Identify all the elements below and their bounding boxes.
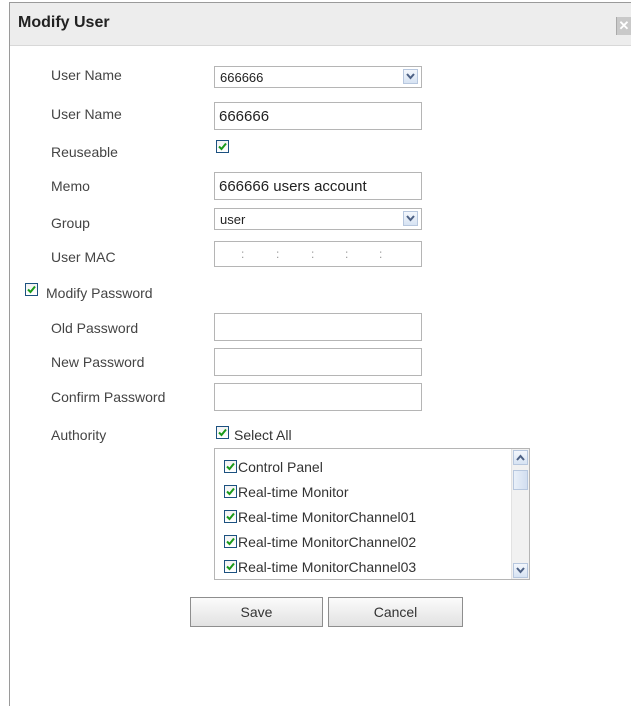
mac-separator: :	[345, 247, 349, 261]
list-item-checkbox[interactable]	[224, 560, 237, 573]
list-item[interactable]: Real-time Monitor	[224, 484, 348, 500]
chevron-down-icon[interactable]	[513, 563, 528, 578]
mac-separator: :	[241, 247, 245, 261]
vertical-scrollbar[interactable]	[511, 449, 529, 579]
confirm-password-input[interactable]	[214, 383, 422, 411]
user-mac-label: User MAC	[51, 249, 116, 265]
user-name-select-value: 666666	[220, 70, 264, 85]
list-item-label: Real-time Monitor	[238, 484, 349, 500]
old-password-label: Old Password	[51, 320, 139, 336]
list-item-checkbox[interactable]	[224, 485, 237, 498]
list-item-checkbox[interactable]	[224, 535, 237, 548]
select-all-label: Select All	[234, 427, 292, 443]
list-item[interactable]: Real-time MonitorChannel02	[224, 534, 416, 550]
old-password-input[interactable]	[214, 313, 422, 341]
chevron-down-icon[interactable]	[403, 211, 418, 226]
memo-input[interactable]: 666666 users account	[214, 172, 422, 200]
dialog-title: Modify User	[18, 14, 110, 31]
save-button[interactable]: Save	[190, 597, 323, 627]
group-select-value: user	[220, 212, 246, 227]
list-item[interactable]: Real-time MonitorChannel01	[224, 509, 416, 525]
close-icon[interactable]: ✕	[616, 17, 631, 35]
group-select[interactable]: user	[214, 208, 422, 230]
mac-separator: :	[276, 247, 280, 261]
dialog-titlebar: Modify User ✕	[10, 3, 631, 46]
mac-separator: :	[311, 247, 315, 261]
list-item-label: Real-time MonitorChannel02	[238, 534, 417, 550]
chevron-down-icon[interactable]	[403, 69, 418, 84]
chevron-up-icon[interactable]	[513, 450, 528, 465]
new-password-label: New Password	[51, 354, 145, 370]
user-mac-input[interactable]: : : : : :	[214, 241, 422, 267]
list-item-label: Real-time MonitorChannel01	[238, 509, 417, 525]
user-name-input[interactable]: 666666	[214, 102, 422, 130]
group-label: Group	[51, 215, 90, 231]
reuseable-label: Reuseable	[51, 144, 118, 160]
list-item[interactable]: Control Panel	[224, 459, 323, 475]
list-item-label: Real-time MonitorChannel03	[238, 559, 417, 575]
list-item-checkbox[interactable]	[224, 510, 237, 523]
list-item-checkbox[interactable]	[224, 460, 237, 473]
memo-label: Memo	[51, 178, 90, 194]
authority-listbox[interactable]: Control Panel Real-time Monitor Real-tim…	[214, 448, 530, 580]
modify-password-checkbox[interactable]	[25, 283, 38, 296]
confirm-password-label: Confirm Password	[51, 389, 166, 405]
select-all-checkbox[interactable]	[216, 426, 229, 439]
cancel-button[interactable]: Cancel	[328, 597, 463, 627]
authority-label: Authority	[51, 427, 107, 443]
user-name-select-label: User Name	[51, 67, 122, 83]
modify-password-label: Modify Password	[46, 285, 153, 301]
reuseable-checkbox[interactable]	[216, 140, 229, 153]
user-name-label: User Name	[51, 106, 122, 122]
scrollbar-thumb[interactable]	[513, 470, 528, 490]
user-name-select[interactable]: 666666	[214, 66, 422, 88]
mac-separator: :	[379, 247, 383, 261]
new-password-input[interactable]	[214, 348, 422, 376]
list-item-label: Control Panel	[238, 459, 323, 475]
list-item[interactable]: Real-time MonitorChannel03	[224, 559, 416, 575]
